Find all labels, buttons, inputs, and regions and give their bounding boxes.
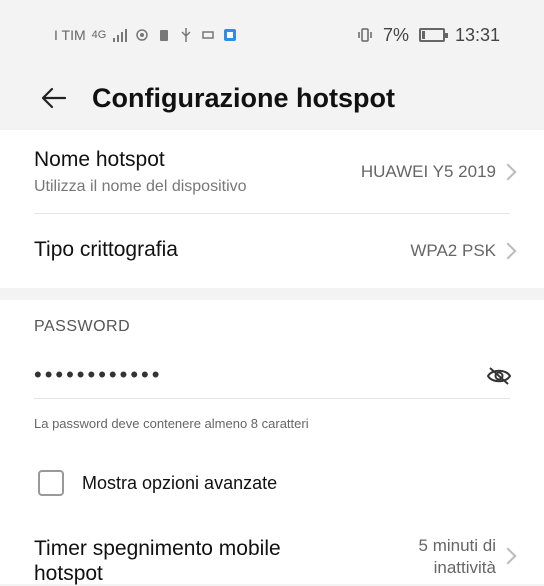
page-title: Configurazione hotspot (92, 82, 395, 113)
signal-icon: 4G (91, 29, 107, 41)
chevron-right-icon (499, 163, 517, 181)
status-left: I TIM 4G (54, 27, 238, 43)
hotspot-name-title: Nome hotspot (34, 148, 165, 171)
password-section-label: PASSWORD (34, 318, 131, 335)
notification-icon (160, 30, 169, 41)
hotspot-name-row[interactable]: Nome hotspot Utilizza il nome del dispos… (0, 130, 544, 212)
hotspot-basic-card: Nome hotspot Utilizza il nome del dispos… (0, 130, 544, 288)
hotspot-name-value: HUAWEI Y5 2019 (360, 162, 496, 181)
vibrate-icon (358, 28, 372, 42)
password-hint: La password deve contenere almeno 8 cara… (34, 416, 309, 431)
advanced-options-checkbox[interactable] (38, 470, 64, 496)
hotspot-icon (136, 29, 149, 41)
app-header: Configurazione hotspot (0, 70, 544, 126)
advanced-options-label[interactable]: Mostra opzioni avanzate (82, 473, 277, 494)
signal-bars-icon (113, 29, 128, 42)
password-input[interactable]: •••••••••••• (34, 362, 162, 388)
hotspot-name-subtitle: Utilizza il nome del dispositivo (34, 178, 247, 195)
timer-title: Timer spegnimento mobile hotspot (34, 537, 281, 585)
arrow-left-icon[interactable] (40, 84, 68, 112)
chevron-right-icon (499, 242, 517, 260)
encryption-title: Tipo crittografia (34, 238, 178, 261)
timer-row[interactable]: Timer spegnimento mobile hotspot 5 minut… (0, 522, 544, 585)
cast-icon (202, 31, 215, 39)
battery-percent: 7% (382, 24, 409, 45)
status-right: 7% 13:31 (357, 25, 500, 46)
app-notification-icon (224, 29, 237, 41)
timer-value-line2: inattività (433, 558, 496, 577)
hotspot-security-card: PASSWORD •••••••••••• La password deve c… (0, 300, 544, 585)
battery-icon (418, 28, 448, 42)
password-underline (34, 398, 510, 399)
status-bar: I TIM 4G 7% 13:31 (0, 0, 544, 70)
chevron-right-icon (499, 547, 517, 565)
encryption-value: WPA2 PSK (410, 241, 496, 260)
timer-value-line1: 5 minuti di (418, 536, 496, 555)
usb-icon (181, 28, 191, 42)
encryption-row[interactable]: Tipo crittografia WPA2 PSK (0, 214, 544, 288)
carrier-label: I TIM (54, 27, 86, 43)
clock: 13:31 (454, 24, 500, 45)
eye-off-icon[interactable] (486, 366, 512, 386)
